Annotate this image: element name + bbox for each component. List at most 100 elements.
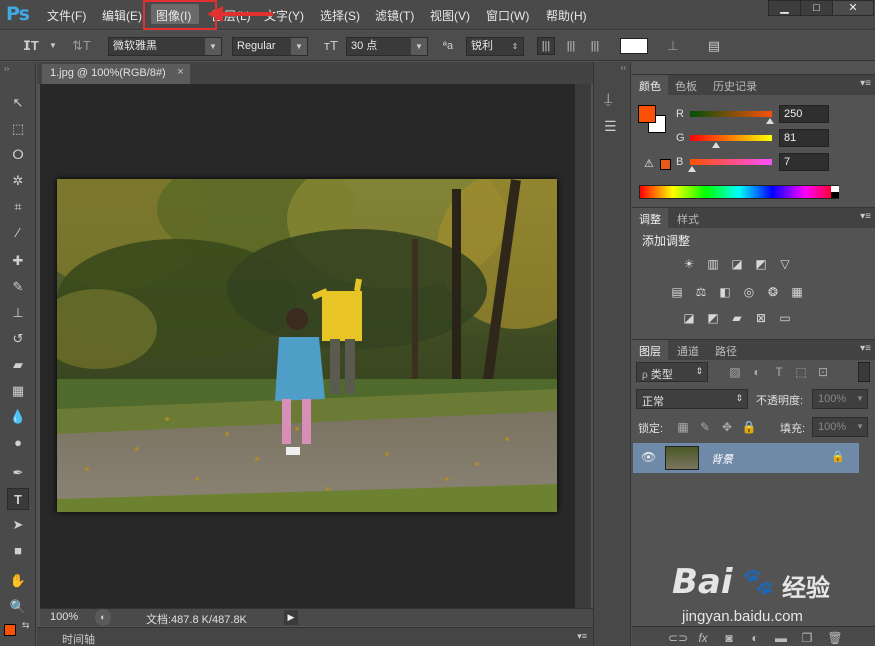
close-button[interactable]: ✕ [832,0,874,16]
invert-icon[interactable]: ◪ [680,310,698,326]
tab-paths[interactable]: 路径 [708,340,744,360]
zoom-level[interactable]: 100% [50,611,78,623]
document-image[interactable] [57,179,557,512]
rectangle-tool-icon[interactable]: ■ [7,540,29,562]
properties-icon[interactable]: ☰ [604,118,617,135]
brush-preset-icon[interactable]: ⍊ [604,90,612,107]
document-tab[interactable]: 1.jpg @ 100%(RGB/8#) × [42,64,190,84]
gamut-warning-icon[interactable]: ⚠ [644,157,654,170]
align-right-icon[interactable]: ||| [586,38,604,54]
zoom-tool-icon[interactable]: 🔍 [7,596,29,618]
spectrum-bw[interactable] [831,186,839,198]
tab-adjustments[interactable]: 调整 [632,208,668,228]
eraser-tool-icon[interactable]: ▰ [7,354,29,376]
slider-g-value[interactable]: 81 [779,129,829,147]
clone-stamp-icon[interactable]: ⊥ [7,302,29,324]
tab-styles[interactable]: 样式 [670,208,706,228]
photo-filter-icon[interactable]: ◎ [740,284,758,300]
history-brush-icon[interactable]: ↺ [7,328,29,350]
exposure-icon[interactable]: ◩ [752,256,770,272]
chevron-down-icon[interactable]: ▼ [44,38,62,54]
hue-saturation-icon[interactable]: ▤ [668,284,686,300]
marquee-tool-icon[interactable]: ⬚ [7,118,29,140]
filter-type-icon[interactable]: T [770,364,788,380]
font-style-select[interactable]: Regular ▼ [232,37,308,56]
vibrance-icon[interactable]: ▽ [776,256,794,272]
expand-icon[interactable]: ‹‹ [621,63,626,72]
slider-b-value[interactable]: 7 [779,153,829,171]
text-tool-preset-icon[interactable]: ⵊT [20,38,42,54]
filter-adjustment-icon[interactable]: ◐ [748,364,766,380]
curves-icon[interactable]: ◪ [728,256,746,272]
filter-smart-icon[interactable]: ⊡ [814,364,832,380]
vertical-scrollbar[interactable] [575,84,591,608]
layer-name[interactable]: 背景 [711,451,733,467]
panel-menu-icon[interactable]: ▾≡ [860,211,871,222]
warp-text-icon[interactable]: ⊥ [664,38,682,54]
opacity-input[interactable]: 100% ▼ [812,389,868,409]
eyedropper-icon[interactable]: ⁄ [7,222,29,244]
font-family-select[interactable]: 微软雅黑 ▼ [108,37,222,56]
menu-view[interactable]: 视图(V) [430,7,470,24]
character-panel-icon[interactable]: ▤ [705,38,723,54]
filter-toggle[interactable] [858,362,870,382]
brush-tool-icon[interactable]: ✎ [7,276,29,298]
menu-edit[interactable]: 编辑(E) [102,7,142,24]
slider-r-track[interactable] [690,111,772,117]
pen-tool-icon[interactable]: ✒ [7,462,29,484]
foreground-color-swatch[interactable] [638,105,656,123]
timeline-tab[interactable]: 时间轴 [62,631,95,646]
font-size-select[interactable]: 30 点 ▼ [346,37,428,56]
menu-help[interactable]: 帮助(H) [546,7,587,24]
blend-mode-select[interactable]: 正常 ⇕ [636,389,748,409]
magic-wand-icon[interactable]: ✲ [7,170,29,192]
tab-color[interactable]: 颜色 [632,75,668,95]
fill-input[interactable]: 100% ▼ [812,417,868,437]
lasso-tool-icon[interactable]: ⵔ [7,144,29,166]
path-selection-icon[interactable]: ➤ [7,514,29,536]
web-safe-swatch[interactable] [660,159,671,170]
layer-filter-select[interactable]: ρ 类型 ⇕ [636,362,708,382]
tab-channels[interactable]: 通道 [670,340,706,360]
menu-select[interactable]: 选择(S) [320,7,360,24]
layer-row[interactable]: 👁 背景 🔒 [633,443,859,473]
lock-all-icon[interactable]: 🔒 [740,419,758,435]
slider-r-value[interactable]: 250 [779,105,829,123]
move-tool-icon[interactable]: ↖ [7,92,29,114]
text-color-swatch[interactable] [620,38,648,54]
slider-b-thumb[interactable] [688,166,697,172]
foreground-color-swatch[interactable] [4,624,16,636]
brightness-icon[interactable]: ☀ [680,256,698,272]
align-left-icon[interactable]: ||| [537,37,555,55]
threshold-icon[interactable]: ▰ [728,310,746,326]
channel-mixer-icon[interactable]: ❂ [764,284,782,300]
gradient-map-icon[interactable]: ▭ [776,310,794,326]
panel-menu-icon[interactable]: ▾≡ [860,343,871,354]
crop-tool-icon[interactable]: ⌗ [7,196,29,218]
color-lookup-icon[interactable]: ▦ [788,284,806,300]
lock-image-icon[interactable]: ✎ [696,419,714,435]
slider-r-thumb[interactable] [766,118,775,124]
eye-icon[interactable]: 👁 [641,450,656,464]
slider-g-track[interactable] [690,135,772,141]
antialias-select[interactable]: 锐利 ⇕ [466,37,524,56]
selective-color-icon[interactable]: ⊠ [752,310,770,326]
tab-swatches[interactable]: 色板 [668,75,704,95]
posterize-icon[interactable]: ◩ [704,310,722,326]
black-white-icon[interactable]: ◧ [716,284,734,300]
blur-tool-icon[interactable]: 💧 [7,406,29,428]
align-center-icon[interactable]: ||| [562,38,580,54]
status-arrow-icon[interactable]: ▶ [284,610,298,625]
text-orientation-icon[interactable]: ⇅T [72,38,91,54]
gradient-tool-icon[interactable]: ▦ [7,380,29,402]
panel-menu-icon[interactable]: ▾≡ [860,78,871,89]
filter-shape-icon[interactable]: ⬚ [792,364,810,380]
panel-menu-icon[interactable]: ▾≡ [577,631,587,642]
hand-tool-icon[interactable]: ✋ [7,570,29,592]
maximize-button[interactable]: □ [800,0,833,16]
lock-transparent-icon[interactable]: ▦ [674,419,692,435]
menu-window[interactable]: 窗口(W) [486,7,529,24]
tab-layers[interactable]: 图层 [632,340,668,360]
color-spectrum[interactable] [639,185,839,199]
lock-position-icon[interactable]: ✥ [718,419,736,435]
